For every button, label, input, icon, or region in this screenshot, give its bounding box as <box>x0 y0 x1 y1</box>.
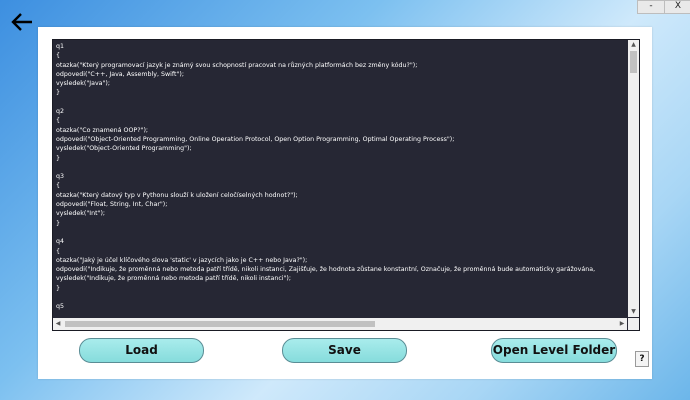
code-line: } <box>56 89 61 97</box>
code-line: odpovedi("Float, String, Int, Char"); <box>56 201 168 209</box>
code-line: vysledek("Object-Oriented Programming"); <box>56 145 192 153</box>
code-line: } <box>56 219 61 227</box>
code-line: odpovedi("Object-Oriented Programming, O… <box>56 135 455 143</box>
code-line: { <box>56 182 61 190</box>
code-line: odpovedi("C++, Java, Assembly, Swift"); <box>56 70 184 78</box>
code-line: q5 <box>56 303 65 311</box>
code-line: q3 <box>56 173 65 181</box>
code-line: vysledek("Indikuje, že proměnná nebo met… <box>56 275 292 283</box>
editor-panel: q1{otazka("Který programovací jazyk je z… <box>38 27 652 379</box>
code-line: q1 <box>56 43 65 50</box>
left-arrow-icon <box>11 13 32 31</box>
code-line: } <box>56 154 61 162</box>
code-text-area[interactable]: q1{otazka("Který programovací jazyk je z… <box>53 40 627 317</box>
code-line: { <box>56 117 61 125</box>
code-line: otazka("Co znamená OOP?"); <box>56 126 149 134</box>
scroll-up-icon[interactable]: ▲ <box>628 40 639 50</box>
save-button[interactable]: Save <box>282 338 407 363</box>
code-line: otazka("Jaký je účel klíčového slova 'st… <box>56 256 308 264</box>
code-line: { <box>56 52 61 60</box>
vertical-scrollbar[interactable]: ▲ ▼ <box>628 40 639 317</box>
back-button[interactable] <box>10 10 34 34</box>
vertical-scroll-thumb[interactable] <box>630 51 637 73</box>
code-line: q4 <box>56 238 65 246</box>
minimize-button[interactable]: - <box>637 0 665 14</box>
scroll-down-icon[interactable]: ▼ <box>628 307 639 317</box>
code-line: otazka("Který datový typ v Pythonu slouž… <box>56 191 298 199</box>
code-line: vysledek("Java"); <box>56 80 111 88</box>
code-line: otazka("Který programovací jazyk je znám… <box>56 61 418 69</box>
code-line: } <box>56 284 61 292</box>
scrollbar-corner <box>628 318 639 330</box>
horizontal-scroll-thumb[interactable] <box>65 321 375 327</box>
horizontal-scrollbar[interactable]: ◀ ▶ <box>53 318 627 330</box>
code-editor[interactable]: q1{otazka("Který programovací jazyk je z… <box>52 39 640 331</box>
code-line: q2 <box>56 108 65 116</box>
code-line: odpovedi("Indikuje, že proměnná nebo met… <box>56 266 596 274</box>
help-button[interactable]: ? <box>635 351 649 367</box>
code-line: { <box>56 247 61 255</box>
load-button[interactable]: Load <box>79 338 204 363</box>
close-button[interactable]: X <box>664 0 690 14</box>
code-line: vysledek("Int"); <box>56 210 106 218</box>
scroll-left-icon[interactable]: ◀ <box>53 318 63 330</box>
open-level-folder-button[interactable]: Open Level Folder <box>491 338 617 363</box>
scroll-right-icon[interactable]: ▶ <box>617 318 627 330</box>
